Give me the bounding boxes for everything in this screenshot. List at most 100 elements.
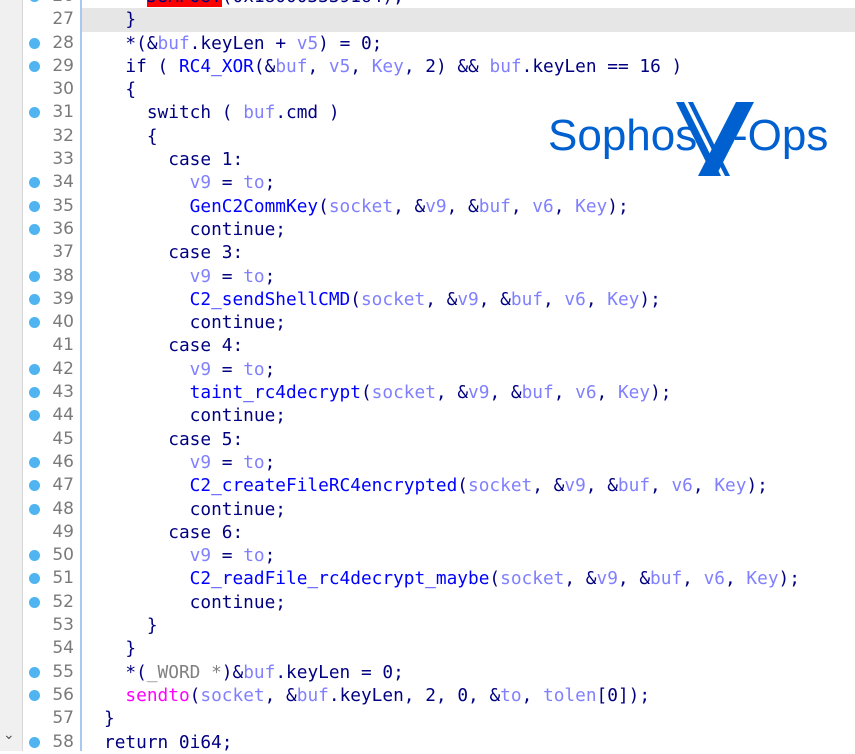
code-line[interactable]: 54 } <box>0 637 855 660</box>
token-var[interactable]: v9 <box>190 452 211 473</box>
token-var[interactable]: to <box>243 359 264 380</box>
breakpoint-dot-icon[interactable] <box>29 736 40 748</box>
code-line[interactable]: 55 *(_WORD *)&buf.keyLen = 0; <box>0 661 855 684</box>
token-var[interactable]: socket <box>329 196 393 217</box>
breakpoint-dot-icon[interactable] <box>29 689 40 701</box>
token-var[interactable]: v9 <box>468 382 489 403</box>
token-var[interactable]: v9 <box>457 289 478 310</box>
token-fn[interactable]: C2_createFileRC4encrypted <box>190 475 458 496</box>
token-var[interactable]: v6 <box>671 475 692 496</box>
token-var[interactable]: buf <box>650 568 682 589</box>
code-line[interactable]: 51 C2_readFile_rc4decrypt_maybe(socket, … <box>0 567 855 590</box>
code-line[interactable]: 35 GenC2CommKey(socket, &v9, &buf, v6, K… <box>0 195 855 218</box>
token-var[interactable]: Key <box>607 289 639 310</box>
token-var[interactable]: buf <box>479 196 511 217</box>
token-var[interactable]: buf <box>489 56 521 77</box>
breakpoint-dot-icon[interactable] <box>29 666 40 678</box>
breakpoint-dot-icon[interactable] <box>29 60 40 72</box>
token-var[interactable]: v9 <box>596 568 617 589</box>
code-line[interactable]: 41 case 4: <box>0 334 855 357</box>
token-var[interactable]: Key <box>714 475 746 496</box>
code-line[interactable]: 47 C2_createFileRC4encrypted(socket, &v9… <box>0 474 855 497</box>
token-var[interactable]: v5 <box>297 33 318 54</box>
code-line[interactable]: 43 taint_rc4decrypt(socket, &v9, &buf, v… <box>0 381 855 404</box>
token-var[interactable]: Key <box>746 568 778 589</box>
token-var[interactable]: buf <box>243 662 275 683</box>
code-line[interactable]: 46 v9 = to; <box>0 451 855 474</box>
token-var[interactable]: Key <box>618 382 650 403</box>
code-line[interactable]: 58 return 0i64; <box>0 731 855 754</box>
code-line[interactable]: 56 sendto(socket, &buf.keyLen, 2, 0, &to… <box>0 684 855 707</box>
code-line[interactable]: 49 case 6: <box>0 521 855 544</box>
token-var[interactable]: v9 <box>190 545 211 566</box>
breakpoint-dot-icon[interactable] <box>29 573 40 585</box>
breakpoint-dot-icon[interactable] <box>29 107 40 119</box>
token-fn[interactable]: RC4_XOR <box>179 56 254 77</box>
token-var[interactable]: to <box>243 172 264 193</box>
code-line[interactable]: 52 continue; <box>0 591 855 614</box>
breakpoint-dot-icon[interactable] <box>29 270 40 282</box>
code-line[interactable]: 38 v9 = to; <box>0 265 855 288</box>
code-line[interactable]: 45 case 5: <box>0 428 855 451</box>
code-line[interactable]: 44 continue; <box>0 404 855 427</box>
token-var[interactable]: v6 <box>575 382 596 403</box>
breakpoint-dot-icon[interactable] <box>29 363 40 375</box>
code-line[interactable]: 48 continue; <box>0 498 855 521</box>
token-var[interactable]: Key <box>372 56 404 77</box>
token-jmp[interactable]: JUMPOUT <box>146 0 222 7</box>
code-line[interactable]: 50 v9 = to; <box>0 544 855 567</box>
token-fn[interactable]: C2_sendShellCMD <box>190 289 351 310</box>
breakpoint-dot-icon[interactable] <box>29 596 40 608</box>
token-var[interactable]: v9 <box>425 196 446 217</box>
token-var[interactable]: socket <box>361 289 425 310</box>
token-var[interactable]: Key <box>575 196 607 217</box>
breakpoint-dot-icon[interactable] <box>29 550 40 562</box>
code-line[interactable]: 26 JUMPOUT(0x180003339164); <box>0 0 855 8</box>
token-fn[interactable]: taint_rc4decrypt <box>190 382 361 403</box>
token-var[interactable]: v6 <box>564 289 585 310</box>
breakpoint-dot-icon[interactable] <box>29 37 40 49</box>
token-var[interactable]: v6 <box>532 196 553 217</box>
token-var[interactable]: socket <box>200 685 264 706</box>
code-line[interactable]: 28 *(&buf.keyLen + v5) = 0; <box>0 32 855 55</box>
token-var[interactable]: tolen <box>543 685 597 706</box>
breakpoint-dot-icon[interactable] <box>29 387 40 399</box>
code-line[interactable]: 42 v9 = to; <box>0 358 855 381</box>
token-var[interactable]: buf <box>511 289 543 310</box>
token-gray[interactable]: _WORD * <box>147 662 222 683</box>
breakpoint-dot-icon[interactable] <box>29 293 40 305</box>
token-var[interactable]: v5 <box>329 56 350 77</box>
token-var[interactable]: buf <box>618 475 650 496</box>
token-fn[interactable]: GenC2CommKey <box>190 196 318 217</box>
token-imp[interactable]: sendto <box>125 685 189 706</box>
token-var[interactable]: socket <box>372 382 436 403</box>
breakpoint-dot-icon[interactable] <box>29 177 40 189</box>
breakpoint-dot-icon[interactable] <box>29 200 40 212</box>
code-line[interactable]: 53 } <box>0 614 855 637</box>
token-var[interactable]: to <box>243 452 264 473</box>
breakpoint-dot-icon[interactable] <box>29 503 40 515</box>
token-var[interactable]: to <box>500 685 521 706</box>
code-line[interactable]: 36 continue; <box>0 218 855 241</box>
token-var[interactable]: socket <box>500 568 564 589</box>
token-var[interactable]: buf <box>297 685 329 706</box>
token-var[interactable]: buf <box>243 102 275 123</box>
code-line[interactable]: 27 } <box>0 8 855 32</box>
token-var[interactable]: buf <box>522 382 554 403</box>
token-var[interactable]: v9 <box>190 266 211 287</box>
breakpoint-dot-icon[interactable] <box>29 410 40 422</box>
token-var[interactable]: v6 <box>704 568 725 589</box>
token-var[interactable]: buf <box>275 56 307 77</box>
token-fn[interactable]: C2_readFile_rc4decrypt_maybe <box>190 568 490 589</box>
breakpoint-dot-icon[interactable] <box>29 480 40 492</box>
breakpoint-dot-icon[interactable] <box>29 317 40 329</box>
token-var[interactable]: to <box>243 266 264 287</box>
token-var[interactable]: v9 <box>190 359 211 380</box>
code-line[interactable]: 57} <box>0 707 855 730</box>
token-var[interactable]: v9 <box>190 172 211 193</box>
token-var[interactable]: v9 <box>564 475 585 496</box>
code-line[interactable]: 40 continue; <box>0 311 855 334</box>
code-line[interactable]: 37 case 3: <box>0 241 855 264</box>
token-var[interactable]: buf <box>158 33 190 54</box>
token-var[interactable]: to <box>243 545 264 566</box>
